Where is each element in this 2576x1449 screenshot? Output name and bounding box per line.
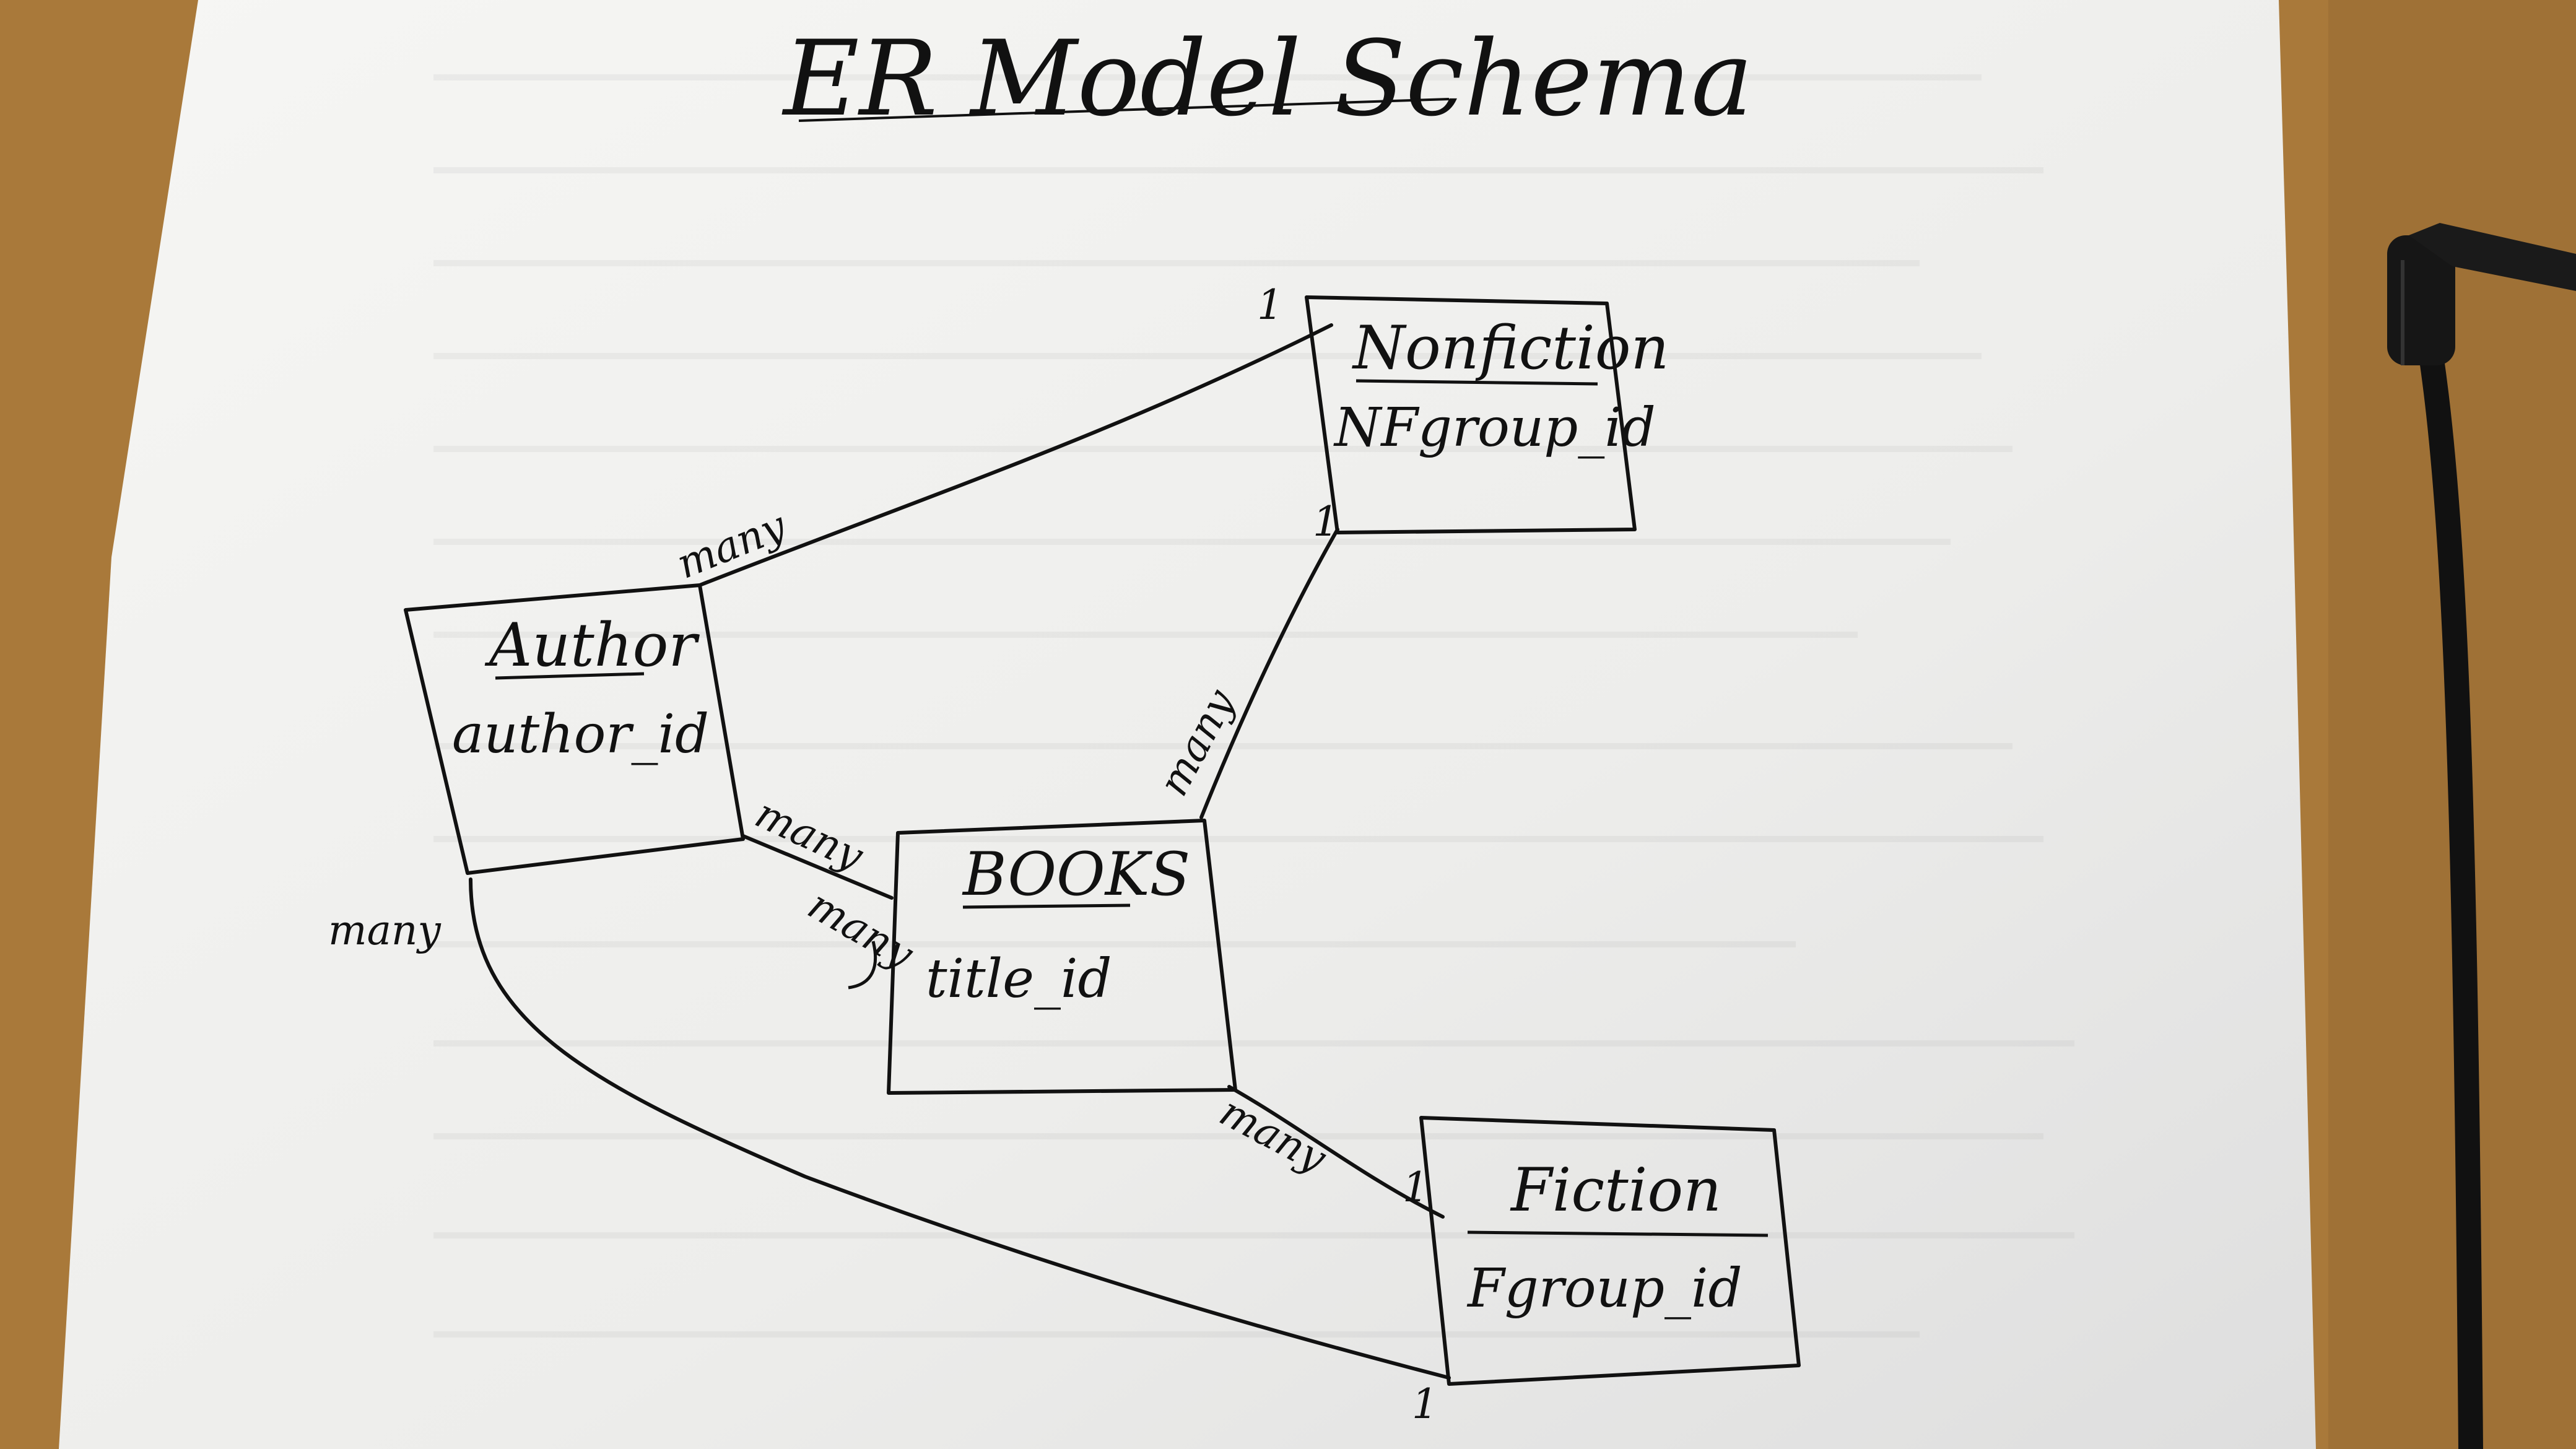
entity-name-books: BOOKS: [962, 840, 1190, 909]
entity-attribute-author: author_id: [452, 703, 709, 765]
entity-attribute-books: title_id: [926, 948, 1112, 1010]
entity-name-fiction: Fiction: [1510, 1155, 1721, 1225]
entity-name-nonfiction: Nonfiction: [1352, 313, 1669, 383]
entity-attribute-nonfiction: NFgroup_id: [1333, 397, 1656, 459]
cardinality-author-fiction-from: many: [328, 907, 441, 954]
cardinality-books-nonfiction-to: 1: [1313, 498, 1339, 546]
entity-name-author: Author: [484, 611, 700, 680]
cardinality-author-fiction-to: 1: [1412, 1380, 1438, 1428]
er-diagram-photo: ER Model Schema Nonfiction Author BOOKS …: [0, 0, 2576, 1449]
entity-attribute-fiction: Fgroup_id: [1466, 1258, 1743, 1320]
cardinality-author-nonfiction-to: 1: [1257, 281, 1283, 329]
cardinality-books-fiction-to: 1: [1403, 1164, 1429, 1211]
diagram-title: ER Model Schema: [781, 18, 1753, 139]
